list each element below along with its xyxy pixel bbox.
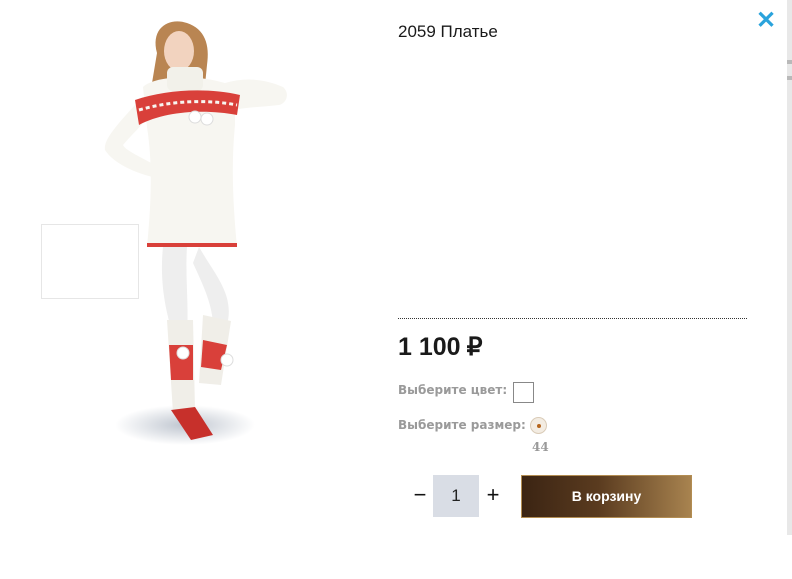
price-value: 1 100 [398, 333, 461, 361]
size-value-label: 44 [532, 440, 549, 454]
color-swatch[interactable] [513, 382, 534, 403]
divider [398, 318, 747, 319]
radio-icon[interactable] [530, 417, 547, 434]
size-option-label: Выберите размер: [398, 418, 526, 432]
radio-dot [537, 424, 541, 428]
product-price: 1 100 ₽ [398, 332, 482, 362]
edge-mark [787, 76, 792, 80]
quantity-increase-button[interactable]: + [484, 482, 502, 508]
page-scrollbar-edge [787, 0, 792, 535]
close-icon[interactable]: ✕ [754, 9, 778, 33]
edge-mark [787, 60, 792, 64]
color-option-label: Выберите цвет: [398, 383, 508, 397]
product-title: 2059 Платье [398, 22, 498, 41]
add-to-cart-button[interactable]: В корзину [521, 475, 692, 518]
quantity-decrease-button[interactable]: − [411, 482, 429, 508]
product-photo [104, 21, 287, 445]
quantity-input[interactable] [433, 475, 479, 517]
currency-symbol: ₽ [466, 333, 483, 361]
product-quick-view-modal: ✕ 2059 Платье 1 100 ₽ Выберите цвет: Выб… [0, 0, 787, 579]
